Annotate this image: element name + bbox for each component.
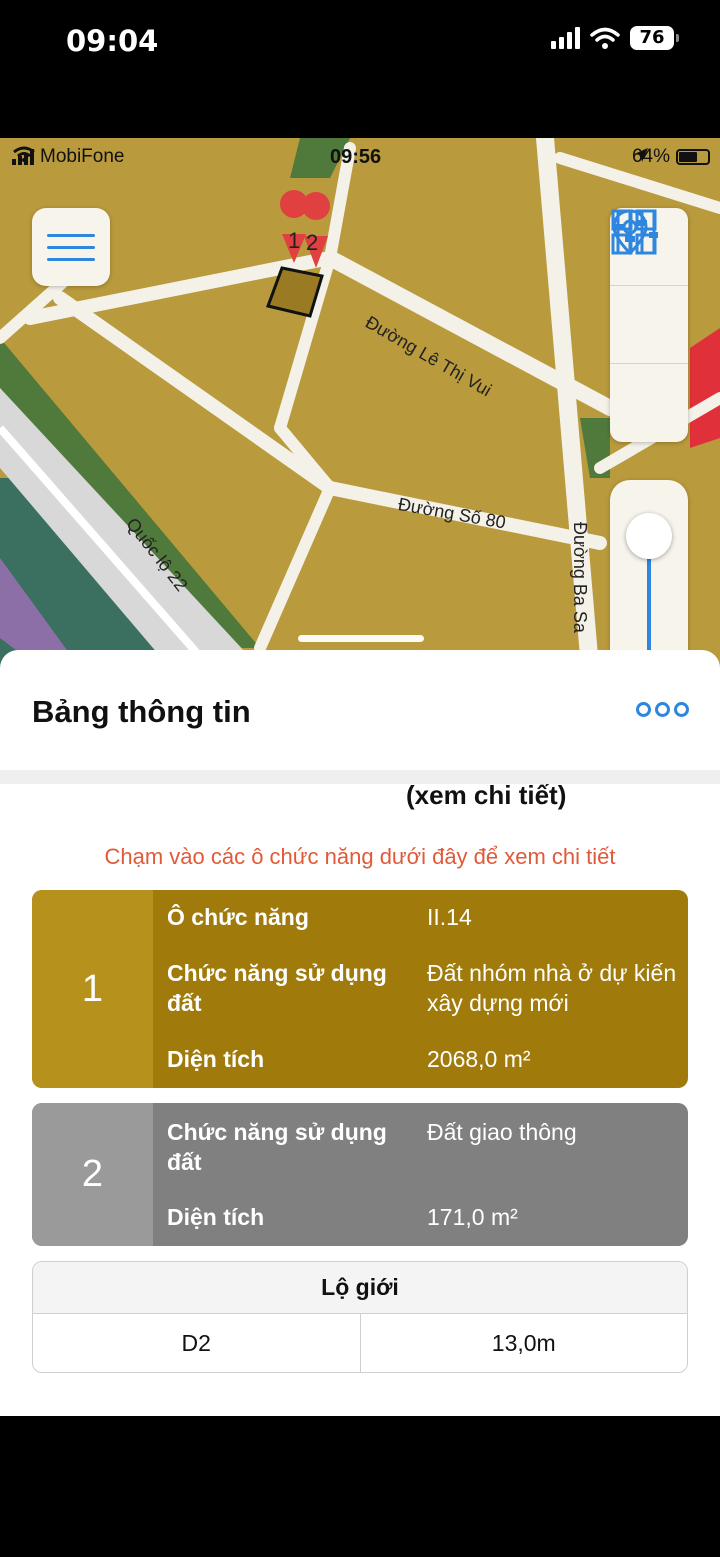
battery-icon: 76 — [630, 26, 679, 50]
function-card-1[interactable]: 1 Ô chức năng II.14 Chức năng sử dụng đấ… — [32, 890, 688, 1088]
more-options-button[interactable] — [636, 702, 689, 717]
see-detail-link[interactable]: (xem chi tiết) — [406, 780, 566, 811]
planning-map[interactable]: 1 2 Đường Lê Thị Vui Đường Số 80 Quốc lộ… — [0, 138, 720, 668]
inner-screenshot: 1 2 Đường Lê Thị Vui Đường Số 80 Quốc lộ… — [0, 138, 720, 1416]
function-card-2[interactable]: 2 Chức năng sử dụng đất Đất giao thông D… — [32, 1103, 688, 1246]
zoom-slider[interactable] — [610, 480, 688, 668]
card-label: Chức năng sử dụng đất — [167, 1119, 387, 1175]
battery-level: 76 — [639, 27, 665, 48]
card-value: Đất giao thông — [427, 1119, 577, 1145]
card-value: II.14 — [427, 904, 472, 930]
outer-status-bar: 09:04 76 — [0, 0, 720, 138]
info-sheet: Bảng thông tin (xem chi tiết) Chạm vào c… — [0, 650, 720, 1416]
road-name-cell: D2 — [33, 1314, 361, 1372]
card-value: 2068,0 m² — [427, 1046, 531, 1072]
road-label-ba-sa: Đường Ba Sa — [570, 522, 590, 633]
outer-status-icons: 76 — [551, 26, 679, 50]
map-tool-panel — [610, 208, 688, 442]
card-label: Chức năng sử dụng đất — [167, 960, 387, 1016]
location-button[interactable] — [610, 209, 688, 364]
home-indicator — [298, 635, 424, 642]
outer-clock: 09:04 — [66, 24, 159, 58]
marker-label-2[interactable]: 2 — [306, 230, 318, 256]
marker-label-1[interactable]: 1 — [288, 228, 300, 254]
carrier-name: MobiFone — [40, 146, 125, 167]
card-number: 2 — [32, 1103, 153, 1246]
location-arrow-icon — [633, 148, 648, 162]
card-number: 1 — [32, 890, 153, 1088]
wifi-icon — [590, 27, 620, 49]
card-value: Đất nhóm nhà ở dự kiến xây dựng mới — [427, 960, 677, 1016]
inner-battery-icon — [676, 149, 710, 165]
inner-status-bar: MobiFone 09:56 64% — [0, 138, 720, 176]
cellular-signal-icon — [551, 27, 580, 49]
table-row: D2 13,0m — [33, 1314, 687, 1372]
card-label: Diện tích — [167, 1046, 265, 1072]
road-width-table: Lộ giới D2 13,0m — [32, 1261, 688, 1373]
filter-button[interactable] — [610, 212, 688, 442]
inner-clock: 09:56 — [330, 146, 382, 168]
road-width-header: Lộ giới — [33, 1262, 687, 1314]
hamburger-icon — [47, 233, 95, 237]
card-value: 171,0 m² — [427, 1204, 518, 1230]
inner-wifi-icon — [13, 146, 35, 162]
menu-button[interactable] — [32, 208, 110, 286]
zoom-slider-handle[interactable] — [626, 513, 672, 559]
card-label: Ô chức năng — [167, 904, 309, 930]
road-width-cell: 13,0m — [491, 1329, 556, 1356]
more-dots-icon — [636, 702, 651, 717]
card-label: Diện tích — [167, 1204, 265, 1230]
hint-text: Chạm vào các ô chức năng dưới đây để xem… — [104, 844, 616, 869]
sliders-icon — [613, 212, 658, 252]
sheet-title: Bảng thông tin — [32, 694, 251, 729]
bottom-letterbox — [0, 1416, 720, 1557]
